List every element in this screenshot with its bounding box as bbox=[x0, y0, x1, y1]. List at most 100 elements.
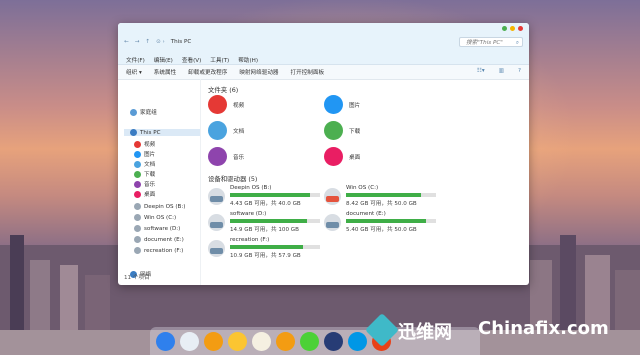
downloads-icon bbox=[134, 170, 141, 178]
drives-section-header[interactable]: 设备和驱动器 (5) bbox=[208, 174, 257, 183]
preview-pane-icon[interactable]: ▥ bbox=[499, 68, 504, 74]
documents-icon bbox=[134, 160, 141, 168]
window-controls bbox=[502, 26, 523, 31]
dropbox-icon[interactable] bbox=[156, 332, 175, 351]
sidebar-item-drive-b[interactable]: Deepin OS (B:) bbox=[134, 203, 185, 210]
menu-view[interactable]: 查看(V) bbox=[182, 56, 201, 64]
pictures-folder-icon bbox=[324, 95, 343, 114]
terminal-icon[interactable] bbox=[324, 332, 343, 351]
folder-desktop[interactable]: 桌面 bbox=[324, 147, 360, 166]
search-input[interactable]: 搜索"This PC" ⌕ bbox=[459, 37, 523, 47]
sidebar-item-downloads[interactable]: 下载 bbox=[134, 170, 155, 178]
organize-button[interactable]: 组织 ▾ bbox=[126, 68, 142, 76]
drive-d[interactable]: software (D:) 14.9 GB 可用，共 100 GB bbox=[208, 211, 323, 233]
sidebar-label: This PC bbox=[140, 129, 161, 136]
forward-arrow-icon[interactable]: → bbox=[135, 39, 140, 45]
drive-usage-bar bbox=[230, 219, 320, 223]
search-placeholder: 搜索"This PC" bbox=[466, 40, 503, 46]
sidebar-label: 下载 bbox=[144, 172, 156, 178]
menu-edit[interactable]: 编辑(E) bbox=[154, 56, 173, 64]
folder-documents[interactable]: 文档 bbox=[208, 121, 244, 140]
folders-section-header[interactable]: 文件夹 (6) bbox=[208, 85, 238, 94]
system-properties-button[interactable]: 系统属性 bbox=[154, 68, 176, 76]
up-arrow-icon[interactable]: ↑ bbox=[145, 39, 150, 45]
drive-e[interactable]: document (E:) 5.40 GB 可用，共 50.0 GB bbox=[324, 211, 439, 233]
sidebar-item-documents[interactable]: 文档 bbox=[134, 160, 155, 168]
folder-music[interactable]: 音乐 bbox=[208, 147, 244, 166]
search-icon[interactable]: ⌕ bbox=[516, 38, 519, 48]
notes-icon[interactable] bbox=[252, 332, 271, 351]
breadcrumb-this-pc[interactable]: This PC bbox=[171, 39, 192, 45]
sidebar-item-desktop[interactable]: 桌面 bbox=[134, 190, 155, 198]
menu-tools[interactable]: 工具(T) bbox=[210, 56, 229, 64]
drive-usage-fill bbox=[346, 219, 427, 223]
sidebar-label: 视频 bbox=[144, 142, 156, 148]
sidebar-label: software (D:) bbox=[144, 225, 181, 232]
folder-pictures[interactable]: 图片 bbox=[324, 95, 360, 114]
drive-icon bbox=[134, 203, 141, 210]
sidebar-item-videos[interactable]: 视频 bbox=[134, 140, 155, 148]
folder-downloads[interactable]: 下载 bbox=[324, 121, 360, 140]
view-controls: ☷▾ ▥ ? bbox=[477, 68, 521, 74]
sidebar-item-pictures[interactable]: 图片 bbox=[134, 150, 155, 158]
sidebar-item-homegroup[interactable]: 家庭组 bbox=[130, 108, 157, 116]
drive-usage-bar bbox=[230, 193, 320, 197]
homegroup-icon bbox=[130, 108, 137, 116]
drive-f[interactable]: recreation (F:) 10.9 GB 可用，共 57.9 GB bbox=[208, 237, 323, 259]
sidebar-item-drive-c[interactable]: Win OS (C:) bbox=[134, 214, 176, 221]
folder-label: 视频 bbox=[233, 102, 245, 109]
drive-usage-fill bbox=[230, 245, 303, 249]
close-button[interactable] bbox=[518, 26, 523, 31]
map-network-drive-button[interactable]: 映射网络驱动器 bbox=[239, 68, 278, 76]
video-folder-icon bbox=[208, 95, 227, 114]
hard-drive-icon bbox=[208, 240, 225, 257]
folder-label: 音乐 bbox=[233, 154, 245, 161]
hard-drive-icon bbox=[208, 214, 225, 231]
address-bar[interactable]: ← → ↑ ⊙ › This PC bbox=[124, 39, 191, 45]
view-options-icon[interactable]: ☷▾ bbox=[477, 68, 485, 74]
photos-icon[interactable] bbox=[228, 332, 247, 351]
pictures-icon bbox=[134, 150, 141, 158]
back-arrow-icon[interactable]: ← bbox=[124, 39, 129, 45]
minimize-button[interactable] bbox=[510, 26, 515, 31]
sidebar-item-this-pc[interactable]: This PC bbox=[124, 129, 200, 136]
drive-b[interactable]: Deepin OS (B:) 4.43 GB 可用，共 40.0 GB bbox=[208, 185, 323, 207]
status-bar-item-count: 11 个项目 bbox=[124, 275, 150, 281]
music-icon bbox=[134, 180, 141, 188]
uninstall-program-button[interactable]: 卸载或更改程序 bbox=[188, 68, 227, 76]
navigation-pane: 家庭组 This PC 视频 图片 文档 下载 音乐 桌面 Deepin OS … bbox=[118, 79, 201, 285]
drive-label: Deepin OS (B:) bbox=[230, 185, 272, 191]
open-control-panel-button[interactable]: 打开控制面板 bbox=[291, 68, 325, 76]
computer-icon bbox=[130, 129, 137, 136]
folder-label: 桌面 bbox=[349, 154, 361, 161]
menu-help[interactable]: 帮助(H) bbox=[238, 56, 258, 64]
help-icon[interactable]: ? bbox=[518, 68, 521, 74]
command-toolbar: 组织 ▾ 系统属性 卸载或更改程序 映射网络驱动器 打开控制面板 ☷▾ ▥ ? bbox=[118, 65, 529, 80]
drive-c[interactable]: Win OS (C:) 8.42 GB 可用，共 50.0 GB bbox=[324, 185, 439, 207]
sidebar-item-drive-f[interactable]: recreation (F:) bbox=[134, 247, 183, 254]
sidebar-label: Deepin OS (B:) bbox=[144, 203, 186, 210]
settings-icon[interactable] bbox=[180, 332, 199, 351]
sidebar-label: 图片 bbox=[144, 152, 156, 158]
sidebar-item-music[interactable]: 音乐 bbox=[134, 180, 155, 188]
sidebar-item-drive-e[interactable]: document (E:) bbox=[134, 236, 184, 243]
messenger-icon[interactable] bbox=[300, 332, 319, 351]
title-bar: ← → ↑ ⊙ › This PC 搜索"This PC" ⌕ 文件(F) 编辑… bbox=[118, 23, 529, 65]
folder-label: 图片 bbox=[349, 102, 361, 109]
sidebar-item-drive-d[interactable]: software (D:) bbox=[134, 225, 180, 232]
drive-label: recreation (F:) bbox=[230, 237, 270, 243]
folder-videos[interactable]: 视频 bbox=[208, 95, 244, 114]
desktop-icon bbox=[134, 190, 141, 198]
menu-file[interactable]: 文件(F) bbox=[126, 56, 145, 64]
maximize-button[interactable] bbox=[502, 26, 507, 31]
browser-icon[interactable] bbox=[348, 332, 367, 351]
folder-label: 下载 bbox=[349, 128, 361, 135]
hard-drive-icon bbox=[208, 188, 225, 205]
media-player-icon[interactable] bbox=[204, 332, 223, 351]
apps-icon[interactable] bbox=[276, 332, 295, 351]
watermark-brand-en: Chinafix.com bbox=[478, 318, 609, 339]
documents-folder-icon bbox=[208, 121, 227, 140]
drive-usage-bar bbox=[230, 245, 320, 249]
sidebar-label: document (E:) bbox=[144, 236, 184, 243]
content-pane: 文件夹 (6) 视频 图片 文档 下载 音乐 桌面 设备和驱动器 (5) Dee… bbox=[204, 79, 529, 285]
